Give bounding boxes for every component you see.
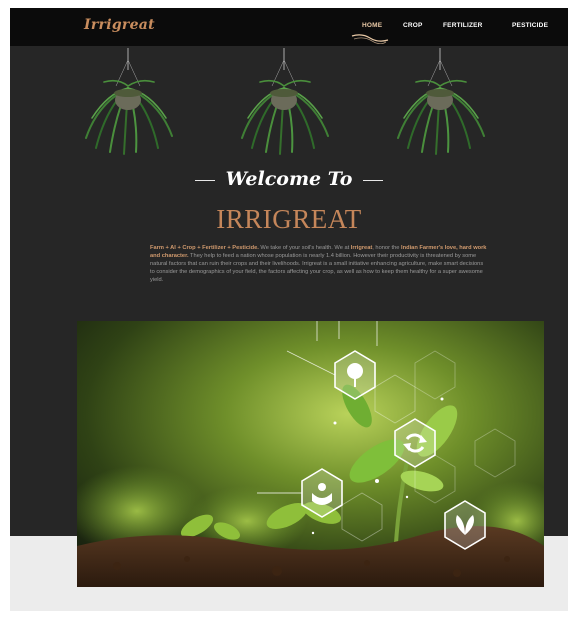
hanging-plant-icon <box>241 48 329 155</box>
navbar: Irrigreat HOME CROP FERTILIZER PESTICIDE <box>10 8 568 46</box>
hanging-plant-icon <box>397 48 485 155</box>
intro-text: , honor the <box>372 245 402 251</box>
nav-pesticide[interactable]: PESTICIDE <box>512 22 562 29</box>
welcome-text: Welcome To <box>225 168 353 190</box>
nav-fertilizer[interactable]: FERTILIZER <box>443 22 493 29</box>
intro-text: They help to feed a nation whose populat… <box>150 253 484 284</box>
intro-text: We take of your soil's health. We at <box>258 245 351 251</box>
hero-image <box>77 321 544 587</box>
intro-highlight: Farm + AI + Crop + Fertilizer + Pesticid… <box>150 245 259 251</box>
brand-title: IRRIGREAT <box>216 204 362 234</box>
welcome-heading: Welcome To <box>10 168 568 190</box>
nav-home[interactable]: HOME <box>362 22 392 29</box>
site-logo[interactable]: Irrigreat <box>84 17 155 33</box>
divider <box>194 179 215 182</box>
page: Irrigreat HOME CROP FERTILIZER PESTICIDE <box>10 8 568 611</box>
intro-paragraph: Farm + AI + Crop + Fertilizer + Pesticid… <box>150 244 488 284</box>
nav-crop[interactable]: CROP <box>403 22 433 29</box>
intro-highlight: Irrigreat <box>350 245 373 251</box>
hanging-plant-icon <box>85 48 173 155</box>
nav-active-indicator <box>351 34 389 44</box>
divider <box>363 179 384 182</box>
